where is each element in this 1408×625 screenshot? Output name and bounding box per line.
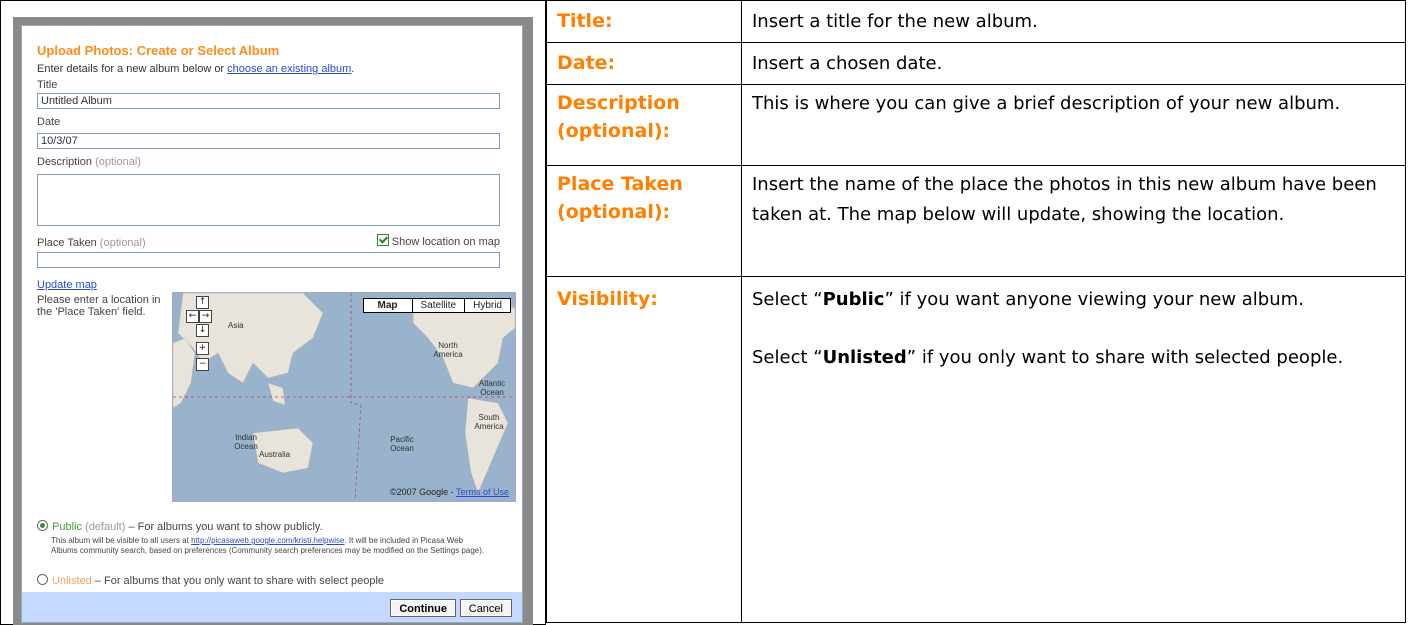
map-label-australia: Australia xyxy=(259,450,291,459)
map-label-atlantic: Atlantic Ocean xyxy=(478,379,506,397)
show-location-label: Show location on map xyxy=(391,236,500,248)
map-label-asia: Asia xyxy=(228,321,244,330)
place-label-text: Place Taken xyxy=(37,237,97,249)
map-terms-link[interactable]: Terms of Use xyxy=(456,487,509,497)
dialog-footer: Continue Cancel xyxy=(22,592,522,622)
unlisted-label: Unlisted xyxy=(52,575,92,587)
field-description-table: Title: Insert a title for the new album.… xyxy=(546,0,1406,623)
table-row-description: Description (optional): This is where yo… xyxy=(546,84,1406,166)
table-row-date: Date: Insert a chosen date. xyxy=(546,42,1406,85)
world-map[interactable]: Map Satellite Hybrid Asia North America … xyxy=(172,292,516,502)
cancel-button[interactable]: Cancel xyxy=(459,599,512,617)
description-textarea[interactable] xyxy=(37,174,500,226)
pan-down-icon[interactable]: ↓ xyxy=(196,324,209,337)
pan-up-icon[interactable]: ↑ xyxy=(196,296,209,309)
desc-unlisted-bold: Unlisted xyxy=(822,347,907,368)
intro-prefix: Enter details for a new album below or xyxy=(37,63,228,75)
land-islands xyxy=(267,382,286,406)
map-type-satellite-button[interactable]: Satellite xyxy=(411,299,465,312)
public-note: This album will be visible to all users … xyxy=(51,536,491,555)
place-optional: (optional) xyxy=(99,237,146,249)
map-label-north-america: North America xyxy=(433,341,463,359)
description-label-text: Description xyxy=(37,156,93,168)
table-row-title: Title: Insert a title for the new album. xyxy=(546,0,1406,43)
map-label-indian-ocean: Indian Ocean xyxy=(234,433,258,451)
update-map-link[interactable]: Update map xyxy=(37,279,97,291)
radio-selected-icon[interactable] xyxy=(37,520,48,531)
map-label-south-america: South America xyxy=(474,413,504,431)
map-note: Please enter a location in the 'Place Ta… xyxy=(37,294,161,318)
map-label-pacific-ocean: Pacific Ocean xyxy=(390,435,414,453)
description-optional: (optional) xyxy=(95,156,141,168)
table-row-place-taken: Place Taken (optional): Insert the name … xyxy=(546,165,1406,277)
continue-button[interactable]: Continue xyxy=(390,599,456,617)
desc-visibility: Select “Public” if you want anyone viewi… xyxy=(741,276,1406,623)
desc-description: This is where you can give a brief descr… xyxy=(741,84,1406,166)
map-pan-zoom-controls: ↑ ← → ↓ + − xyxy=(186,296,216,386)
screenshot-frame: Upload Photos: Create or Select Album En… xyxy=(0,0,546,625)
map-type-buttons: Map Satellite Hybrid xyxy=(362,298,511,313)
map-type-hybrid-button[interactable]: Hybrid xyxy=(464,299,510,312)
term-place-taken: Place Taken (optional): xyxy=(546,165,742,277)
place-label: Place Taken (optional) xyxy=(37,237,146,249)
public-default: (default) xyxy=(85,521,126,533)
title-input[interactable]: Untitled Album xyxy=(37,93,500,109)
intro-text: Enter details for a new album below or c… xyxy=(37,63,354,75)
date-label: Date xyxy=(37,116,61,128)
term-visibility: Visibility: xyxy=(546,276,742,623)
pan-right-icon[interactable]: → xyxy=(199,310,212,323)
desc-date: Insert a chosen date. xyxy=(741,42,1406,85)
dialog-heading: Upload Photos: Create or Select Album xyxy=(37,43,280,58)
map-copyright: ©2007 Google - Terms of Use xyxy=(390,487,509,497)
visibility-public-option[interactable]: Public (default) – For albums you want t… xyxy=(37,520,323,533)
intro-end: . xyxy=(351,63,355,75)
term-date: Date: xyxy=(546,42,742,85)
zoom-out-icon[interactable]: − xyxy=(196,358,209,371)
public-note-1: This album will be visible to all users … xyxy=(51,536,192,545)
public-label: Public xyxy=(52,521,82,533)
public-album-url-link[interactable]: http://picasaweb.google.com/kristi.helpw… xyxy=(191,536,344,545)
table-row-visibility: Visibility: Select “Public” if you want … xyxy=(546,276,1406,623)
title-label: Title xyxy=(37,79,58,91)
desc-public-bold: Public xyxy=(822,289,885,310)
checkbox-checked-icon[interactable] xyxy=(376,234,389,246)
show-location-option[interactable]: Show location on map xyxy=(376,234,500,248)
desc-public-post: ” if you want anyone viewing your new al… xyxy=(884,289,1304,310)
desc-place-taken: Insert the name of the place the photos … xyxy=(741,165,1406,277)
desc-visibility-unlisted: Select “Unlisted” if you only want to sh… xyxy=(752,343,1395,373)
map-copyright-text: ©2007 Google - xyxy=(389,487,456,497)
desc-visibility-public: Select “Public” if you want anyone viewi… xyxy=(752,285,1395,315)
desc-unlisted-post: ” if you only want to share with selecte… xyxy=(906,347,1344,368)
desc-public-pre: Select “ xyxy=(752,289,823,310)
desc-title: Insert a title for the new album. xyxy=(741,0,1406,43)
visibility-unlisted-option[interactable]: Unlisted – For albums that you only want… xyxy=(37,574,384,587)
description-label: Description (optional) xyxy=(37,156,141,168)
zoom-in-icon[interactable]: + xyxy=(196,342,209,355)
map-type-map-button[interactable]: Map xyxy=(363,299,412,312)
date-input[interactable]: 10/3/07 xyxy=(37,133,500,149)
public-desc: – For albums you want to show publicly. xyxy=(125,521,323,533)
upload-dialog: Upload Photos: Create or Select Album En… xyxy=(21,25,523,623)
pan-left-icon[interactable]: ← xyxy=(186,310,199,323)
map-graphic xyxy=(173,293,515,501)
place-input[interactable] xyxy=(37,252,500,268)
term-description: Description (optional): xyxy=(546,84,742,166)
desc-unlisted-pre: Select “ xyxy=(752,347,823,368)
term-title: Title: xyxy=(546,0,742,43)
radio-unselected-icon[interactable] xyxy=(37,574,48,585)
choose-existing-album-link[interactable]: choose an existing album xyxy=(227,63,351,75)
unlisted-desc: – For albums that you only want to share… xyxy=(91,575,385,587)
